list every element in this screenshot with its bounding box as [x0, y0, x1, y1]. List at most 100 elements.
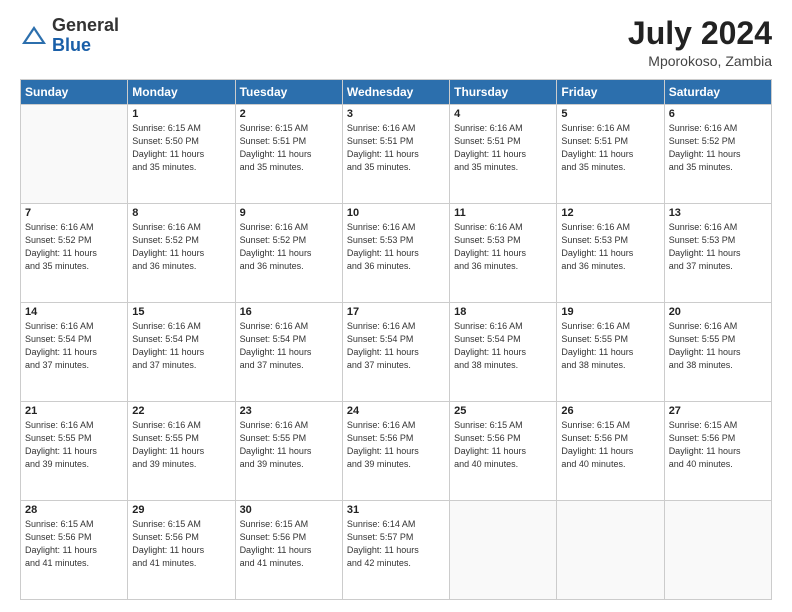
- day-number: 17: [347, 306, 445, 318]
- day-number: 9: [240, 207, 338, 219]
- day-info: Sunrise: 6:16 AM Sunset: 5:54 PM Dayligh…: [240, 320, 338, 372]
- day-info: Sunrise: 6:16 AM Sunset: 5:54 PM Dayligh…: [132, 320, 230, 372]
- day-info: Sunrise: 6:16 AM Sunset: 5:55 PM Dayligh…: [669, 320, 767, 372]
- logo-icon: [20, 22, 48, 50]
- week-row-2: 14 Sunrise: 6:16 AM Sunset: 5:54 PM Dayli…: [21, 303, 772, 402]
- calendar-cell: 2 Sunrise: 6:15 AM Sunset: 5:51 PM Daylig…: [235, 105, 342, 204]
- day-info: Sunrise: 6:16 AM Sunset: 5:52 PM Dayligh…: [669, 122, 767, 174]
- calendar-cell: 3 Sunrise: 6:16 AM Sunset: 5:51 PM Daylig…: [342, 105, 449, 204]
- day-info: Sunrise: 6:15 AM Sunset: 5:56 PM Dayligh…: [454, 419, 552, 471]
- day-info: Sunrise: 6:15 AM Sunset: 5:50 PM Dayligh…: [132, 122, 230, 174]
- logo: General Blue: [20, 16, 119, 56]
- calendar-cell: [21, 105, 128, 204]
- calendar-cell: [557, 501, 664, 600]
- day-number: 27: [669, 405, 767, 417]
- col-header-wednesday: Wednesday: [342, 80, 449, 105]
- day-info: Sunrise: 6:16 AM Sunset: 5:51 PM Dayligh…: [347, 122, 445, 174]
- calendar-cell: 28Sunrise: 6:15 AM Sunset: 5:56 PM Dayli…: [21, 501, 128, 600]
- day-info: Sunrise: 6:15 AM Sunset: 5:56 PM Dayligh…: [25, 518, 123, 570]
- day-number: 15: [132, 306, 230, 318]
- calendar-cell: 24 Sunrise: 6:16 AM Sunset: 5:56 PM Dayli…: [342, 402, 449, 501]
- day-info: Sunrise: 6:15 AM Sunset: 5:56 PM Dayligh…: [561, 419, 659, 471]
- day-number: 14: [25, 306, 123, 318]
- calendar-cell: 7Sunrise: 6:16 AM Sunset: 5:52 PM Daylig…: [21, 204, 128, 303]
- location: Mporokoso, Zambia: [628, 53, 772, 69]
- week-row-0: 1Sunrise: 6:15 AM Sunset: 5:50 PM Daylig…: [21, 105, 772, 204]
- header: General Blue July 2024 Mporokoso, Zambia: [20, 16, 772, 69]
- day-info: Sunrise: 6:16 AM Sunset: 5:56 PM Dayligh…: [347, 419, 445, 471]
- calendar-cell: 18 Sunrise: 6:16 AM Sunset: 5:54 PM Dayli…: [450, 303, 557, 402]
- title-block: July 2024 Mporokoso, Zambia: [628, 16, 772, 69]
- calendar-cell: 14Sunrise: 6:16 AM Sunset: 5:54 PM Dayli…: [21, 303, 128, 402]
- col-header-sunday: Sunday: [21, 80, 128, 105]
- page: General Blue July 2024 Mporokoso, Zambia…: [0, 0, 792, 612]
- col-header-saturday: Saturday: [664, 80, 771, 105]
- calendar-cell: 20 Sunrise: 6:16 AM Sunset: 5:55 PM Dayli…: [664, 303, 771, 402]
- calendar-cell: 21Sunrise: 6:16 AM Sunset: 5:55 PM Dayli…: [21, 402, 128, 501]
- calendar-cell: 23Sunrise: 6:16 AM Sunset: 5:55 PM Dayli…: [235, 402, 342, 501]
- day-number: 23: [240, 405, 338, 417]
- calendar-cell: 22Sunrise: 6:16 AM Sunset: 5:55 PM Dayli…: [128, 402, 235, 501]
- day-info: Sunrise: 6:16 AM Sunset: 5:51 PM Dayligh…: [561, 122, 659, 174]
- day-number: 11: [454, 207, 552, 219]
- col-header-thursday: Thursday: [450, 80, 557, 105]
- calendar-cell: 26 Sunrise: 6:15 AM Sunset: 5:56 PM Dayli…: [557, 402, 664, 501]
- calendar-cell: 10 Sunrise: 6:16 AM Sunset: 5:53 PM Dayli…: [342, 204, 449, 303]
- day-number: 2: [240, 108, 338, 120]
- day-number: 21: [25, 405, 123, 417]
- col-header-tuesday: Tuesday: [235, 80, 342, 105]
- week-row-3: 21 Sunrise: 6:16 AM Sunset: 5:55 PM Dayli…: [21, 402, 772, 501]
- calendar-table: SundayMondayTuesdayWednesdayThursdayFrid…: [20, 79, 772, 600]
- day-number: 8: [132, 207, 230, 219]
- day-number: 12: [561, 207, 659, 219]
- day-info: Sunrise: 6:16 AM Sunset: 5:54 PM Dayligh…: [454, 320, 552, 372]
- calendar-cell: 19Sunrise: 6:16 AM Sunset: 5:55 PM Dayli…: [557, 303, 664, 402]
- calendar-cell: 30 Sunrise: 6:15 AM Sunset: 5:56 PM Dayli…: [235, 501, 342, 600]
- day-info: Sunrise: 6:15 AM Sunset: 5:56 PM Dayligh…: [669, 419, 767, 471]
- day-info: Sunrise: 6:16 AM Sunset: 5:53 PM Dayligh…: [347, 221, 445, 273]
- calendar-cell: 5 Sunrise: 6:16 AM Sunset: 5:51 PM Daylig…: [557, 105, 664, 204]
- calendar-cell: 16Sunrise: 6:16 AM Sunset: 5:54 PM Dayli…: [235, 303, 342, 402]
- week-row-1: 7Sunrise: 6:16 AM Sunset: 5:52 PM Daylig…: [21, 204, 772, 303]
- logo-blue-text: Blue: [52, 35, 91, 55]
- day-number: 24: [347, 405, 445, 417]
- calendar-cell: 11 Sunrise: 6:16 AM Sunset: 5:53 PM Dayli…: [450, 204, 557, 303]
- calendar-cell: 27 Sunrise: 6:15 AM Sunset: 5:56 PM Dayli…: [664, 402, 771, 501]
- day-number: 29: [132, 504, 230, 516]
- day-number: 18: [454, 306, 552, 318]
- calendar-cell: 29Sunrise: 6:15 AM Sunset: 5:56 PM Dayli…: [128, 501, 235, 600]
- calendar-cell: 15 Sunrise: 6:16 AM Sunset: 5:54 PM Dayli…: [128, 303, 235, 402]
- logo-general-text: General: [52, 15, 119, 35]
- day-number: 19: [561, 306, 659, 318]
- calendar-cell: 9 Sunrise: 6:16 AM Sunset: 5:52 PM Daylig…: [235, 204, 342, 303]
- calendar-header-row: SundayMondayTuesdayWednesdayThursdayFrid…: [21, 80, 772, 105]
- day-info: Sunrise: 6:16 AM Sunset: 5:55 PM Dayligh…: [132, 419, 230, 471]
- col-header-monday: Monday: [128, 80, 235, 105]
- day-number: 5: [561, 108, 659, 120]
- day-number: 25: [454, 405, 552, 417]
- month-year: July 2024: [628, 16, 772, 51]
- col-header-friday: Friday: [557, 80, 664, 105]
- week-row-4: 28Sunrise: 6:15 AM Sunset: 5:56 PM Dayli…: [21, 501, 772, 600]
- day-number: 10: [347, 207, 445, 219]
- day-info: Sunrise: 6:15 AM Sunset: 5:51 PM Dayligh…: [240, 122, 338, 174]
- calendar-cell: 1Sunrise: 6:15 AM Sunset: 5:50 PM Daylig…: [128, 105, 235, 204]
- calendar-cell: 17 Sunrise: 6:16 AM Sunset: 5:54 PM Dayli…: [342, 303, 449, 402]
- day-number: 20: [669, 306, 767, 318]
- calendar-cell: 6 Sunrise: 6:16 AM Sunset: 5:52 PM Daylig…: [664, 105, 771, 204]
- day-info: Sunrise: 6:16 AM Sunset: 5:53 PM Dayligh…: [454, 221, 552, 273]
- day-number: 30: [240, 504, 338, 516]
- calendar-cell: 25 Sunrise: 6:15 AM Sunset: 5:56 PM Dayli…: [450, 402, 557, 501]
- calendar-cell: [450, 501, 557, 600]
- calendar-cell: 13Sunrise: 6:16 AM Sunset: 5:53 PM Dayli…: [664, 204, 771, 303]
- day-info: Sunrise: 6:16 AM Sunset: 5:54 PM Dayligh…: [347, 320, 445, 372]
- day-number: 6: [669, 108, 767, 120]
- day-info: Sunrise: 6:15 AM Sunset: 5:56 PM Dayligh…: [240, 518, 338, 570]
- calendar-cell: 8Sunrise: 6:16 AM Sunset: 5:52 PM Daylig…: [128, 204, 235, 303]
- day-number: 4: [454, 108, 552, 120]
- day-info: Sunrise: 6:16 AM Sunset: 5:52 PM Dayligh…: [240, 221, 338, 273]
- day-number: 26: [561, 405, 659, 417]
- day-info: Sunrise: 6:16 AM Sunset: 5:52 PM Dayligh…: [25, 221, 123, 273]
- day-number: 3: [347, 108, 445, 120]
- calendar-cell: [664, 501, 771, 600]
